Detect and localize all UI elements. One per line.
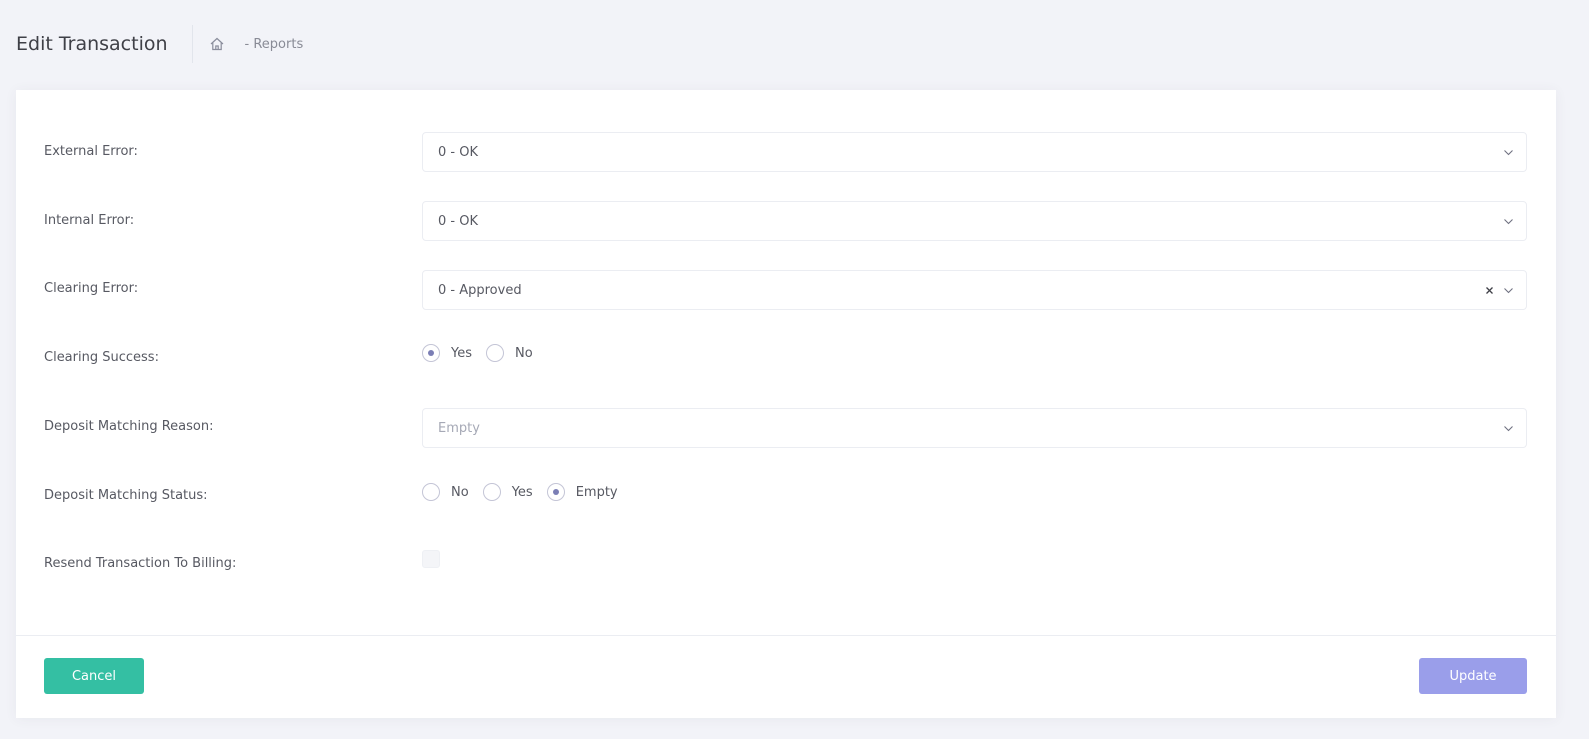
deposit-matching-status-empty-radio[interactable]: Empty: [546, 483, 618, 501]
radio-label: No: [515, 345, 533, 361]
deposit-matching-reason-label: Deposit Matching Reason:: [44, 419, 214, 434]
deposit-matching-status-label: Deposit Matching Status:: [44, 488, 208, 503]
clearing-success-yes-radio[interactable]: Yes: [422, 344, 472, 362]
deposit-matching-status-yes-radio[interactable]: Yes: [482, 483, 533, 501]
deposit-matching-reason-placeholder: Empty: [438, 420, 480, 436]
resend-to-billing-label: Resend Transaction To Billing:: [44, 556, 237, 571]
internal-error-label: Internal Error:: [44, 213, 135, 228]
radio-label: No: [451, 484, 469, 500]
clearing-error-row: Clearing Error: 0 - Approved: [16, 270, 1556, 310]
subheader: Edit Transaction - Reports: [0, 0, 1589, 88]
breadcrumb-reports[interactable]: - Reports: [245, 37, 304, 52]
clearing-success-no-radio[interactable]: No: [486, 344, 533, 362]
radio-label: Empty: [575, 484, 618, 500]
breadcrumb: - Reports: [209, 36, 304, 52]
chevron-down-icon: [1504, 150, 1513, 156]
deposit-matching-reason-select[interactable]: Empty: [422, 408, 1527, 448]
external-error-row: External Error: 0 - OK: [16, 132, 1556, 172]
radio-label: Yes: [451, 345, 472, 361]
radio-selected-icon: [546, 483, 565, 501]
radio-label: Yes: [511, 484, 533, 500]
page-title: Edit Transaction: [16, 25, 193, 63]
radio-unselected-icon: [422, 483, 440, 501]
home-icon[interactable]: [209, 36, 225, 52]
clearing-error-value: 0 - Approved: [438, 282, 522, 298]
chevron-down-icon: [1504, 288, 1513, 294]
internal-error-row: Internal Error: 0 - OK: [16, 201, 1556, 241]
chevron-down-icon: [1504, 219, 1513, 225]
edit-transaction-form: External Error: 0 - OK Internal Error: 0…: [16, 90, 1556, 718]
resend-to-billing-row: Resend Transaction To Billing:: [16, 545, 1556, 585]
deposit-matching-reason-row: Deposit Matching Reason: Empty: [16, 408, 1556, 448]
external-error-value: 0 - OK: [438, 144, 478, 160]
resend-to-billing-checkbox[interactable]: [422, 550, 440, 568]
external-error-label: External Error:: [44, 144, 138, 159]
internal-error-select[interactable]: 0 - OK: [422, 201, 1527, 241]
chevron-down-icon: [1504, 426, 1513, 432]
external-error-select[interactable]: 0 - OK: [422, 132, 1527, 172]
radio-unselected-icon: [482, 483, 501, 501]
clearing-success-label: Clearing Success:: [44, 350, 159, 365]
update-button[interactable]: Update: [1419, 658, 1527, 694]
deposit-matching-status-no-radio[interactable]: No: [422, 483, 469, 501]
clear-icon[interactable]: [1483, 284, 1496, 297]
clearing-error-label: Clearing Error:: [44, 281, 139, 296]
deposit-matching-status-radio-group: No Yes Empty: [422, 483, 632, 501]
footer-divider: [16, 635, 1556, 636]
radio-unselected-icon: [486, 344, 504, 362]
deposit-matching-status-row: Deposit Matching Status: No Yes Empty: [16, 477, 1556, 517]
clearing-success-radio-group: Yes No: [422, 344, 547, 362]
radio-selected-icon: [422, 344, 440, 362]
clearing-success-row: Clearing Success: Yes No: [16, 339, 1556, 379]
cancel-button[interactable]: Cancel: [44, 658, 144, 694]
clearing-error-select[interactable]: 0 - Approved: [422, 270, 1527, 310]
internal-error-value: 0 - OK: [438, 213, 478, 229]
